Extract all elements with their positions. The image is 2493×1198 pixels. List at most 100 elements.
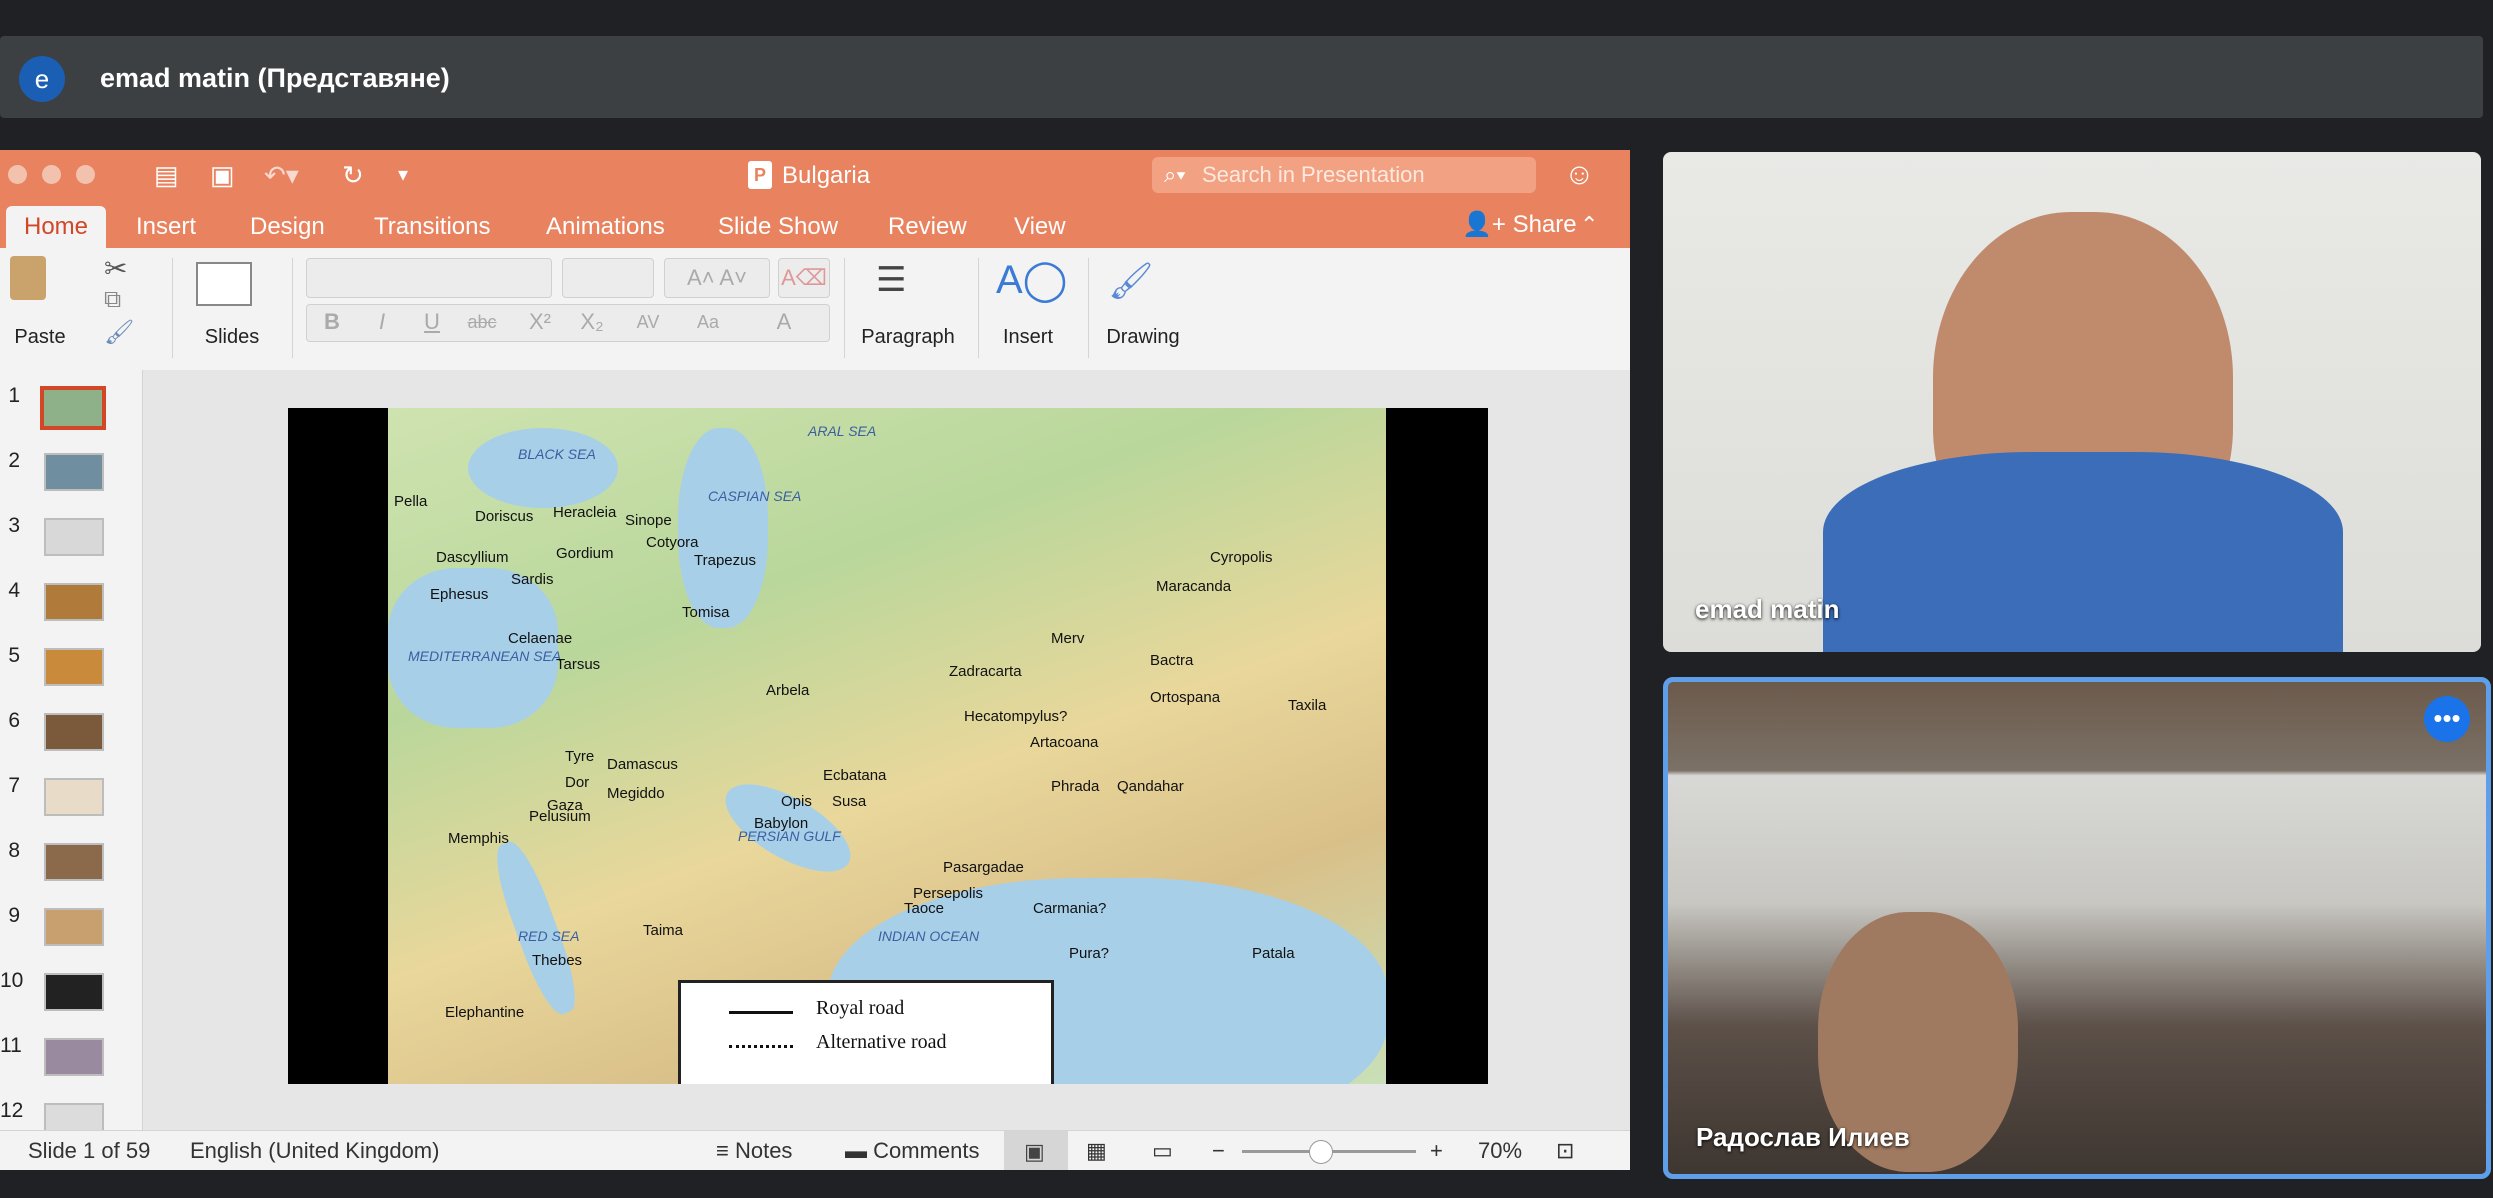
minimize-window-button[interactable] (42, 165, 61, 184)
slide-sorter-view-icon[interactable]: ▦ (1086, 1137, 1107, 1165)
tab-animations[interactable]: Animations (528, 206, 683, 248)
tab-view[interactable]: View (996, 206, 1084, 248)
slide-number: 8 (8, 839, 20, 862)
redo-icon[interactable]: ↻ (342, 160, 364, 190)
slide-thumbnail[interactable] (44, 973, 104, 1011)
current-slide[interactable]: BLACK SEA CASPIAN SEA MEDITERRANEAN SEA PER… (288, 408, 1488, 1084)
collapse-ribbon-icon[interactable]: ⌃ (1580, 206, 1598, 244)
comments-button[interactable]: ▬ Comments (845, 1137, 979, 1165)
city-label: Arbela (766, 682, 810, 699)
font-size-select[interactable] (562, 258, 654, 298)
search-presentation-input[interactable]: ⌕▾ Search in Presentation (1152, 157, 1536, 193)
tab-design[interactable]: Design (232, 206, 343, 248)
tab-slide-show[interactable]: Slide Show (700, 206, 856, 248)
reading-view-icon[interactable]: ▭ (1152, 1137, 1173, 1165)
feedback-smiley-icon[interactable]: ☺ (1564, 158, 1595, 192)
bold-button[interactable]: B (311, 304, 353, 340)
city-label: Tomisa (682, 604, 730, 621)
subscript-button[interactable]: X₂ (571, 304, 613, 340)
city-label: Dascyllium (436, 549, 509, 566)
copy-icon[interactable]: ⧉ (104, 286, 121, 314)
language-indicator[interactable]: English (United Kingdom) (190, 1137, 439, 1165)
city-label: Dor (565, 774, 590, 791)
city-label: Gordium (556, 545, 614, 562)
city-label: Damascus (607, 756, 678, 773)
participant-tile-radoslav[interactable]: ••• Радослав Илиев (1663, 677, 2491, 1179)
more-options-button[interactable]: ••• (2424, 696, 2470, 742)
maximize-window-button[interactable] (76, 165, 95, 184)
italic-button[interactable]: I (361, 304, 403, 340)
tab-transitions[interactable]: Transitions (356, 206, 508, 248)
city-label: Hecatompylus? (964, 708, 1068, 725)
cut-icon[interactable]: ✂ (104, 252, 127, 285)
slide-thumbnail[interactable] (44, 713, 104, 751)
zoom-slider[interactable] (1242, 1140, 1416, 1164)
royal-road-line (729, 1011, 793, 1014)
clear-formatting-icon[interactable]: A⌫ (778, 258, 830, 298)
comments-label: Comments (873, 1138, 980, 1163)
normal-view-button[interactable]: ▣ (1004, 1131, 1068, 1170)
slide-thumbnail[interactable] (44, 908, 104, 946)
slide-thumbnail[interactable] (44, 583, 104, 621)
slide-thumbnail[interactable] (44, 518, 104, 556)
save-icon[interactable]: ▣ (210, 160, 235, 190)
participant-name: emad matin (1695, 594, 1840, 624)
notes-button[interactable]: ≡ Notes (716, 1137, 792, 1165)
slide-number: 7 (8, 774, 20, 797)
tab-home[interactable]: Home (6, 206, 107, 248)
slide-number: 11 (0, 1034, 22, 1057)
undo-icon[interactable]: ↶▾ (264, 160, 299, 190)
slide-number: 2 (8, 449, 20, 472)
slide-thumbnail[interactable] (44, 648, 104, 686)
zoom-level[interactable]: 70% (1478, 1137, 1522, 1165)
strikethrough-button[interactable]: abc (461, 304, 503, 340)
slide-sorter-icon[interactable]: ▤ (154, 160, 179, 190)
change-case-button[interactable]: Aa (687, 304, 729, 340)
new-slide-icon[interactable] (196, 262, 252, 306)
underline-button[interactable]: U (411, 304, 453, 340)
paragraph-align-icon[interactable]: ☰ (876, 260, 906, 300)
presenter-avatar: e (19, 56, 65, 102)
presenter-name: emad matin (Представяне) (100, 63, 450, 93)
city-label: Megiddo (607, 785, 665, 802)
zoom-slider-thumb[interactable] (1309, 1140, 1333, 1164)
share-button[interactable]: 👤+ Share (1462, 206, 1577, 244)
persian-royal-road-map: BLACK SEA CASPIAN SEA MEDITERRANEAN SEA PER… (388, 408, 1386, 1084)
city-label: Pella (394, 493, 428, 510)
font-name-select[interactable] (306, 258, 552, 298)
slide-number: 1 (8, 384, 20, 407)
zoom-out-icon[interactable]: − (1212, 1137, 1225, 1165)
slide-thumbnail[interactable] (40, 386, 106, 430)
slides-button[interactable]: Slides (192, 324, 272, 350)
fit-to-window-icon[interactable]: ⊡ (1556, 1137, 1574, 1165)
city-label: Ecbatana (823, 767, 887, 784)
slide-thumbnail[interactable] (44, 1038, 104, 1076)
city-label: Susa (832, 793, 867, 810)
sea-label: BLACK SEA (518, 446, 596, 462)
notes-label: Notes (734, 1138, 793, 1163)
tab-review[interactable]: Review (870, 206, 985, 248)
slide-thumbnail[interactable] (44, 843, 104, 881)
close-window-button[interactable] (8, 165, 27, 184)
slide-thumbnail[interactable] (44, 778, 104, 816)
superscript-button[interactable]: X² (519, 304, 561, 340)
font-color-button[interactable]: A (763, 304, 805, 340)
paste-button[interactable]: Paste (10, 324, 70, 350)
insert-button[interactable]: Insert (988, 324, 1068, 350)
participant-tile-emad[interactable]: emad matin (1663, 152, 2481, 652)
city-label: Pura? (1069, 945, 1110, 962)
legend-alternative-road: Alternative road (816, 1031, 947, 1053)
font-size-grow-shrink[interactable]: A˄ A˅ (664, 258, 770, 298)
insert-shapes-icon[interactable]: A◯ (996, 256, 1067, 304)
format-painter-icon[interactable]: 🖌 (104, 318, 134, 347)
tab-insert[interactable]: Insert (118, 206, 214, 248)
clipboard-icon[interactable] (10, 256, 46, 300)
drawing-brush-icon[interactable]: 🖌 (1108, 258, 1154, 304)
customize-toolbar-icon[interactable]: ▾ (398, 160, 408, 190)
city-label: Patala (1252, 945, 1295, 962)
zoom-in-icon[interactable]: + (1430, 1137, 1443, 1165)
slide-thumbnail[interactable] (44, 453, 104, 491)
drawing-button[interactable]: Drawing (1098, 324, 1188, 350)
paragraph-button[interactable]: Paragraph (850, 324, 966, 350)
character-spacing-button[interactable]: AV (627, 304, 669, 340)
